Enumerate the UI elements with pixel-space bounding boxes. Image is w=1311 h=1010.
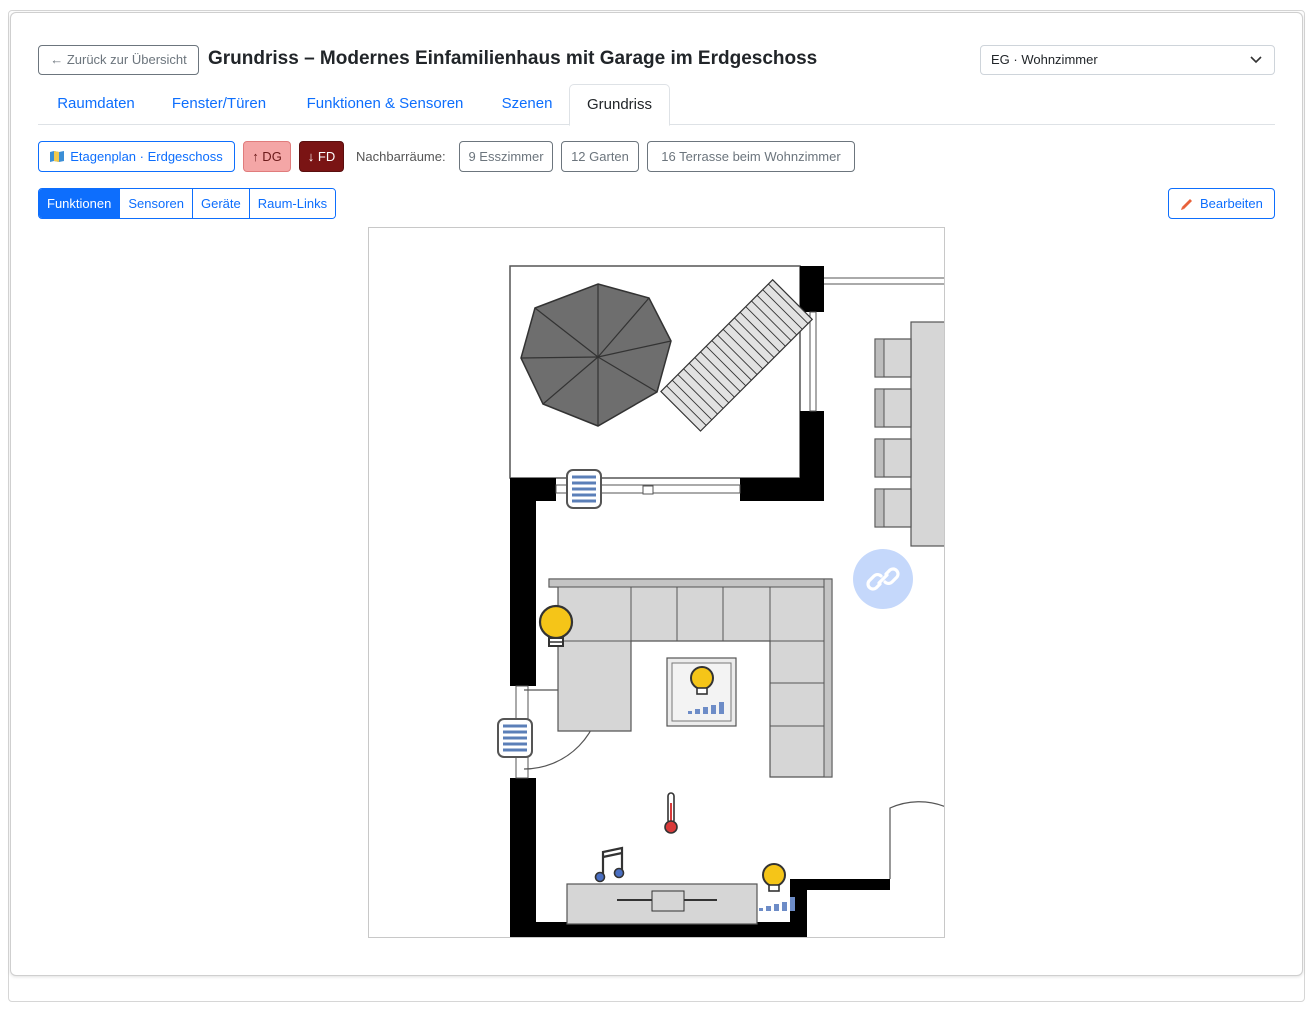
thermometer-icon[interactable] bbox=[663, 791, 679, 835]
view-mode-raum-links[interactable]: Raum-Links bbox=[249, 189, 336, 218]
floor-up-button[interactable]: ↑ DG bbox=[243, 141, 291, 172]
map-icon bbox=[50, 143, 65, 162]
neighbor-rooms-label: Nachbarräume: bbox=[356, 149, 446, 164]
room-select[interactable]: EG · Wohnzimmer bbox=[980, 45, 1275, 75]
floor-plan bbox=[368, 227, 945, 938]
tab-szenen[interactable]: Szenen bbox=[492, 84, 562, 125]
lightbulb-icon[interactable] bbox=[537, 604, 575, 650]
chevron-down-icon bbox=[1250, 56, 1262, 64]
page-title: Grundriss – Modernes Einfamilienhaus mit… bbox=[208, 48, 818, 69]
edit-button[interactable]: Bearbeiten bbox=[1168, 188, 1275, 219]
blind-icon[interactable] bbox=[496, 717, 534, 759]
neighbor-room-button[interactable]: 12 Garten bbox=[561, 141, 639, 172]
pencil-icon bbox=[1181, 199, 1192, 210]
tab-funktionen-sensoren[interactable]: Funktionen & Sensoren bbox=[290, 84, 480, 125]
lightbulb-icon[interactable] bbox=[756, 862, 798, 912]
floor-down-button[interactable]: ↓ FD bbox=[299, 141, 344, 172]
tab-raumdaten[interactable]: Raumdaten bbox=[38, 84, 154, 125]
blind-icon[interactable] bbox=[565, 468, 603, 510]
back-to-overview-button[interactable]: ← Zurück zur Übersicht bbox=[38, 45, 199, 75]
floorplan-label: Etagenplan · Erdgeschoss bbox=[70, 149, 223, 164]
edit-label: Bearbeiten bbox=[1200, 196, 1263, 211]
room-tabs: Raumdaten Fenster/Türen Funktionen & Sen… bbox=[38, 84, 1275, 126]
floorplan-button[interactable]: Etagenplan · Erdgeschoss bbox=[38, 141, 235, 172]
room-select-value: EG · Wohnzimmer bbox=[991, 52, 1098, 67]
view-mode-geraete[interactable]: Geräte bbox=[192, 189, 250, 218]
link-icon[interactable] bbox=[852, 548, 914, 610]
view-mode-sensoren[interactable]: Sensoren bbox=[120, 189, 193, 218]
tab-grundriss[interactable]: Grundriss bbox=[569, 84, 670, 126]
lightbulb-icon[interactable] bbox=[685, 666, 727, 716]
neighbor-room-button[interactable]: 16 Terrasse beim Wohnzimmer bbox=[647, 141, 855, 172]
neighbor-room-button[interactable]: 9 Esszimmer bbox=[459, 141, 553, 172]
view-mode-funktionen[interactable]: Funktionen bbox=[39, 189, 121, 218]
view-mode-group: Funktionen Sensoren Geräte Raum-Links bbox=[38, 188, 337, 219]
music-note-icon[interactable] bbox=[594, 846, 626, 884]
tab-fenster-tueren[interactable]: Fenster/Türen bbox=[154, 84, 284, 125]
